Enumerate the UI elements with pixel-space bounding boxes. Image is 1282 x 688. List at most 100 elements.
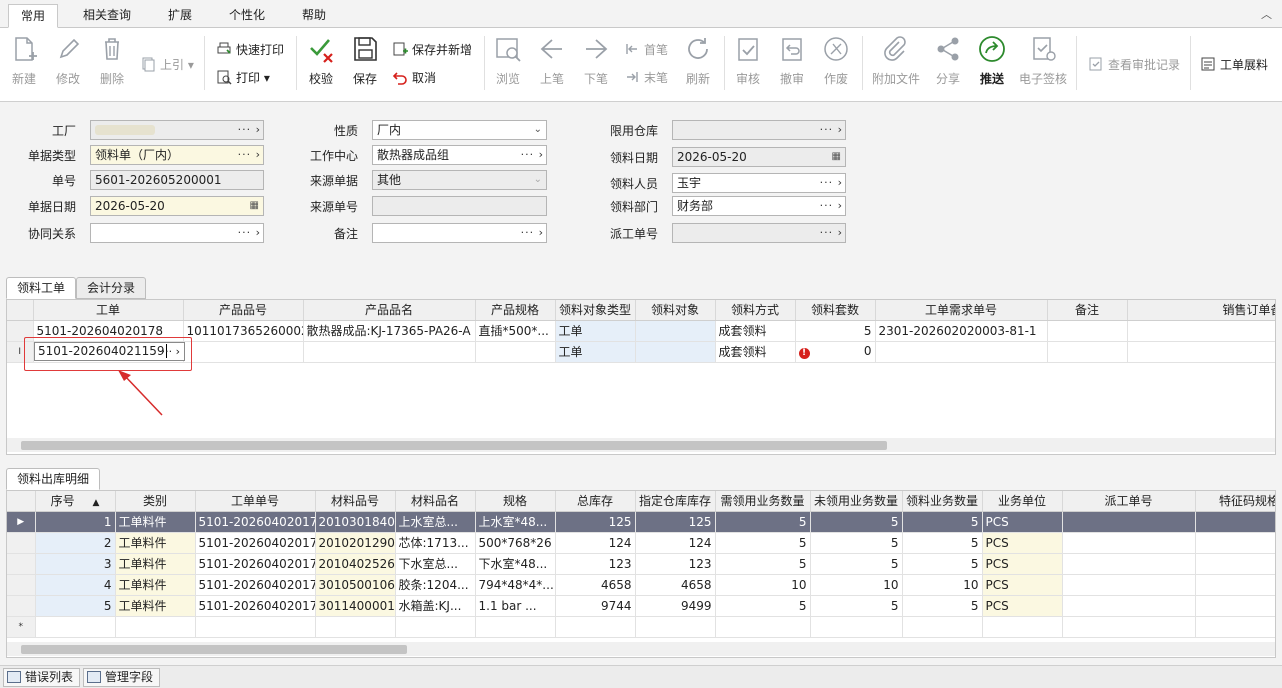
mat-no-cell[interactable]: 2010301840: [315, 511, 396, 533]
edit-button[interactable]: 修改: [46, 32, 90, 94]
spec-cell[interactable]: 500*768*26: [475, 532, 556, 554]
lookup-dots-icon[interactable]: ··· ›: [820, 174, 843, 192]
product-spec-cell[interactable]: [475, 341, 556, 363]
mat-no-cell[interactable]: 2010201290: [315, 532, 396, 554]
wh-stock-cell[interactable]: 4658: [635, 574, 716, 596]
tab-extend[interactable]: 扩展: [156, 4, 204, 28]
save-button[interactable]: 保存: [343, 32, 387, 94]
issue-date-field[interactable]: 2026-05-20 ▦: [672, 147, 846, 167]
mat-no-cell[interactable]: 2010402526: [315, 553, 396, 575]
audit-button[interactable]: 审核: [726, 32, 770, 94]
nature-select[interactable]: 厂内 ⌄: [372, 120, 547, 140]
mat-name-cell[interactable]: 芯体:1713...: [395, 532, 476, 554]
product-spec-cell[interactable]: 直插*500*...: [475, 320, 556, 342]
issue-qty-cell[interactable]: 10: [902, 574, 983, 596]
product-no-cell[interactable]: 1011017365260002: [183, 320, 304, 342]
unit-cell[interactable]: PCS: [982, 532, 1063, 554]
unissued-qty-cell[interactable]: 5: [810, 532, 903, 554]
next-record-button[interactable]: 下笔: [574, 32, 618, 94]
unissued-qty-cell[interactable]: 5: [810, 511, 903, 533]
mat-name-cell[interactable]: 胶条:1204...: [395, 574, 476, 596]
push-button[interactable]: 推送: [970, 32, 1014, 94]
wo-cell[interactable]: 5101-202604020178: [195, 532, 316, 554]
lookup-dots-icon[interactable]: ··· ›: [521, 146, 544, 164]
lookup-dots-icon[interactable]: ··· ›: [238, 146, 261, 164]
spec-cell[interactable]: 794*48*4*...: [475, 574, 556, 596]
col-header[interactable]: 指定仓库库存: [635, 491, 716, 512]
mat-name-cell[interactable]: 上水室总...: [395, 511, 476, 533]
ribbon-collapse-icon[interactable]: ︿: [1261, 6, 1272, 22]
work-center-field[interactable]: 散热器成品组 ··· ›: [372, 145, 547, 165]
new-button[interactable]: 新建: [2, 32, 46, 94]
col-header[interactable]: 产品规格: [475, 300, 556, 321]
wo-cell[interactable]: 5101-202604020178: [195, 595, 316, 617]
chevron-down-icon[interactable]: ⌄: [534, 121, 542, 139]
new-row[interactable]: *: [7, 616, 1275, 638]
feature-cell[interactable]: [1195, 595, 1275, 617]
req-no-cell[interactable]: [875, 341, 1048, 363]
mat-no-cell[interactable]: 3011400001: [315, 595, 396, 617]
table-row[interactable]: 5 工单料件 5101-202604020178 3011400001 水箱盖:…: [7, 595, 1275, 617]
tab-help[interactable]: 帮助: [290, 4, 338, 28]
e-signature-button[interactable]: 电子签核: [1018, 32, 1068, 94]
seq-cell[interactable]: 5: [35, 595, 116, 617]
last-record-button[interactable]: 末笔: [624, 67, 668, 89]
total-stock-cell[interactable]: 9744: [555, 595, 636, 617]
dispatch-field[interactable]: ··· ›: [672, 223, 846, 243]
col-header[interactable]: 工单需求单号: [875, 300, 1048, 321]
col-header[interactable]: 领料业务数量: [902, 491, 983, 512]
unissued-qty-cell[interactable]: 5: [810, 553, 903, 575]
wh-stock-cell[interactable]: 125: [635, 511, 716, 533]
product-name-cell[interactable]: [303, 341, 476, 363]
tab-error-list[interactable]: 错误列表: [3, 668, 81, 687]
lookup-dots-icon[interactable]: ··· ›: [820, 197, 843, 215]
unit-cell[interactable]: PCS: [982, 574, 1063, 596]
total-stock-cell[interactable]: 123: [555, 553, 636, 575]
warehouse-field[interactable]: ··· ›: [672, 120, 846, 140]
prev-record-button[interactable]: 上笔: [530, 32, 574, 94]
req-no-cell[interactable]: 2301-202602020003-81-1: [875, 320, 1048, 342]
browse-button[interactable]: 浏览: [486, 32, 530, 94]
object-type-cell[interactable]: 工单: [555, 341, 636, 363]
col-header[interactable]: 需领用业务数量: [715, 491, 811, 512]
lookup-dots-icon[interactable]: ··· ›: [521, 224, 544, 242]
wo-cell[interactable]: 5101-202604020178: [195, 574, 316, 596]
calendar-icon[interactable]: ▦: [250, 197, 259, 215]
quick-print-button[interactable]: 快速打印: [216, 39, 284, 61]
col-header[interactable]: 领料套数: [795, 300, 876, 321]
mat-name-cell[interactable]: 下水室总...: [395, 553, 476, 575]
col-header[interactable]: 产品品名: [303, 300, 476, 321]
unit-cell[interactable]: PCS: [982, 511, 1063, 533]
seq-cell[interactable]: 4: [35, 574, 116, 596]
doc-type-field[interactable]: 领料单（厂内） ··· ›: [90, 145, 264, 165]
col-header[interactable]: 领料对象类型: [555, 300, 636, 321]
dispatch-cell[interactable]: [1062, 595, 1196, 617]
table-row[interactable]: ▶ 1 工单料件 5101-202604020178 2010301840 上水…: [7, 511, 1275, 533]
seq-cell[interactable]: 2: [35, 532, 116, 554]
spec-cell[interactable]: 上水室*48...: [475, 511, 556, 533]
need-qty-cell[interactable]: 5: [715, 595, 811, 617]
issue-qty-cell[interactable]: 5: [902, 595, 983, 617]
table-row[interactable]: 5101-202604020178 1011017365260002 散热器成品…: [7, 320, 1275, 342]
dispatch-cell[interactable]: [1062, 553, 1196, 575]
cancel-button[interactable]: 取消: [392, 67, 436, 89]
unissued-qty-cell[interactable]: 10: [810, 574, 903, 596]
save-and-new-button[interactable]: 保存并新增: [392, 39, 472, 61]
col-header[interactable]: 规格: [475, 491, 556, 512]
mat-no-cell[interactable]: 3010500106: [315, 574, 396, 596]
spec-cell[interactable]: 1.1 bar ...: [475, 595, 556, 617]
factory-field[interactable]: ··· ›: [90, 120, 264, 140]
col-header[interactable]: 销售订单备注: [1127, 300, 1275, 321]
feature-cell[interactable]: [1195, 511, 1275, 533]
issuer-field[interactable]: 玉宇 ··· ›: [672, 173, 846, 193]
feature-cell[interactable]: [1195, 574, 1275, 596]
type-cell[interactable]: 工单料件: [115, 574, 196, 596]
total-stock-cell[interactable]: 4658: [555, 574, 636, 596]
table-row[interactable]: 3 工单料件 5101-202604020178 2010402526 下水室总…: [7, 553, 1275, 575]
table-row[interactable]: 2 工单料件 5101-202604020178 2010201290 芯体:1…: [7, 532, 1275, 554]
method-cell[interactable]: 成套领料: [715, 341, 796, 363]
need-qty-cell[interactable]: 5: [715, 553, 811, 575]
attach-file-button[interactable]: 附加文件: [872, 32, 920, 94]
col-header[interactable]: 产品品号: [183, 300, 304, 321]
tab-related-query[interactable]: 相关查询: [71, 4, 143, 28]
